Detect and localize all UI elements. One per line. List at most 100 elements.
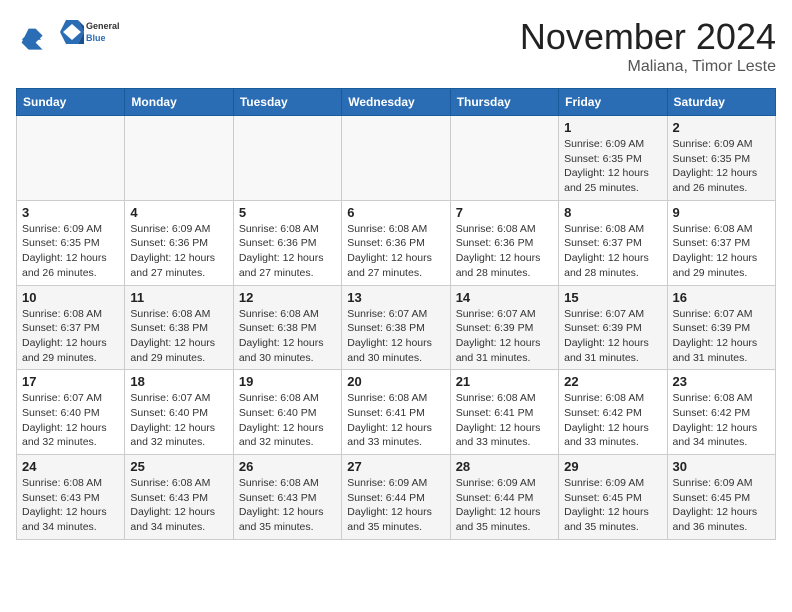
calendar-cell: 15Sunrise: 6:07 AM Sunset: 6:39 PM Dayli… — [559, 285, 667, 370]
svg-text:General: General — [86, 21, 120, 31]
day-info: Sunrise: 6:09 AM Sunset: 6:36 PM Dayligh… — [130, 222, 227, 281]
calendar-cell: 5 Sunrise: 6:08 AM Sunset: 6:36 PM Daylig… — [233, 200, 341, 285]
weekday-header: Tuesday — [233, 89, 341, 116]
day-number: 23 — [673, 374, 770, 389]
day-info: Sunrise: 6:08 AM Sunset: 6:40 PM Dayligh… — [239, 391, 336, 450]
day-number: 8 — [564, 205, 661, 220]
day-info: Sunrise: 6:08 AM Sunset: 6:37 PM Dayligh… — [673, 222, 770, 281]
day-number: 28 — [456, 459, 553, 474]
day-info: Sunrise: 6:08 AM Sunset: 6:37 PM Dayligh… — [22, 307, 119, 366]
day-info: Sunrise: 6:09 AM Sunset: 6:35 PM Dayligh… — [564, 137, 661, 196]
calendar-cell: 27 Sunrise: 6:09 AM Sunset: 6:44 PM Dayli… — [342, 455, 450, 540]
calendar-cell: 9Sunrise: 6:08 AM Sunset: 6:37 PM Daylig… — [667, 200, 775, 285]
day-number: 29 — [564, 459, 661, 474]
location: Maliana, Timor Leste — [520, 58, 776, 76]
calendar-cell: 30 Sunrise: 6:09 AM Sunset: 6:45 PM Dayli… — [667, 455, 775, 540]
calendar-cell: 21 Sunrise: 6:08 AM Sunset: 6:41 PM Dayli… — [450, 370, 558, 455]
day-number: 27 — [347, 459, 444, 474]
day-info: Sunrise: 6:09 AM Sunset: 6:45 PM Dayligh… — [673, 476, 770, 535]
calendar-cell: 12 Sunrise: 6:08 AM Sunset: 6:38 PM Dayli… — [233, 285, 341, 370]
day-number: 15 — [564, 290, 661, 305]
calendar-cell: 6 Sunrise: 6:08 AM Sunset: 6:36 PM Daylig… — [342, 200, 450, 285]
day-number: 7 — [456, 205, 553, 220]
calendar-cell: 19 Sunrise: 6:08 AM Sunset: 6:40 PM Dayli… — [233, 370, 341, 455]
calendar-cell: 3 Sunrise: 6:09 AM Sunset: 6:35 PM Daylig… — [17, 200, 125, 285]
svg-text:Blue: Blue — [86, 33, 106, 43]
calendar-cell: 2 Sunrise: 6:09 AM Sunset: 6:35 PM Daylig… — [667, 116, 775, 201]
day-info: Sunrise: 6:09 AM Sunset: 6:35 PM Dayligh… — [673, 137, 770, 196]
day-info: Sunrise: 6:08 AM Sunset: 6:41 PM Dayligh… — [347, 391, 444, 450]
weekday-header: Saturday — [667, 89, 775, 116]
day-number: 19 — [239, 374, 336, 389]
day-info: Sunrise: 6:07 AM Sunset: 6:38 PM Dayligh… — [347, 307, 444, 366]
calendar-cell: 1Sunrise: 6:09 AM Sunset: 6:35 PM Daylig… — [559, 116, 667, 201]
calendar-cell: 25 Sunrise: 6:08 AM Sunset: 6:43 PM Dayli… — [125, 455, 233, 540]
logo-svg: General Blue — [48, 16, 138, 52]
calendar-cell: 17 Sunrise: 6:07 AM Sunset: 6:40 PM Dayli… — [17, 370, 125, 455]
calendar-cell: 18Sunrise: 6:07 AM Sunset: 6:40 PM Dayli… — [125, 370, 233, 455]
calendar-week-row: 17 Sunrise: 6:07 AM Sunset: 6:40 PM Dayli… — [17, 370, 776, 455]
day-info: Sunrise: 6:08 AM Sunset: 6:36 PM Dayligh… — [347, 222, 444, 281]
calendar-cell: 26Sunrise: 6:08 AM Sunset: 6:43 PM Dayli… — [233, 455, 341, 540]
calendar-cell: 10 Sunrise: 6:08 AM Sunset: 6:37 PM Dayli… — [17, 285, 125, 370]
calendar-cell: 13Sunrise: 6:07 AM Sunset: 6:38 PM Dayli… — [342, 285, 450, 370]
day-number: 30 — [673, 459, 770, 474]
day-number: 4 — [130, 205, 227, 220]
day-number: 16 — [673, 290, 770, 305]
calendar-cell: 4 Sunrise: 6:09 AM Sunset: 6:36 PM Daylig… — [125, 200, 233, 285]
day-info: Sunrise: 6:09 AM Sunset: 6:44 PM Dayligh… — [456, 476, 553, 535]
day-info: Sunrise: 6:09 AM Sunset: 6:44 PM Dayligh… — [347, 476, 444, 535]
day-info: Sunrise: 6:07 AM Sunset: 6:39 PM Dayligh… — [456, 307, 553, 366]
day-info: Sunrise: 6:09 AM Sunset: 6:35 PM Dayligh… — [22, 222, 119, 281]
calendar-week-row: 1Sunrise: 6:09 AM Sunset: 6:35 PM Daylig… — [17, 116, 776, 201]
weekday-header: Sunday — [17, 89, 125, 116]
day-number: 10 — [22, 290, 119, 305]
calendar-cell: 23Sunrise: 6:08 AM Sunset: 6:42 PM Dayli… — [667, 370, 775, 455]
calendar-cell — [450, 116, 558, 201]
calendar-cell: 28 Sunrise: 6:09 AM Sunset: 6:44 PM Dayli… — [450, 455, 558, 540]
calendar-cell — [342, 116, 450, 201]
day-number: 2 — [673, 120, 770, 135]
calendar-cell: 7 Sunrise: 6:08 AM Sunset: 6:36 PM Daylig… — [450, 200, 558, 285]
day-number: 6 — [347, 205, 444, 220]
weekday-header: Thursday — [450, 89, 558, 116]
calendar-cell: 8 Sunrise: 6:08 AM Sunset: 6:37 PM Daylig… — [559, 200, 667, 285]
weekday-header: Monday — [125, 89, 233, 116]
logo: General Blue — [16, 16, 138, 57]
calendar-cell — [125, 116, 233, 201]
calendar-cell: 22Sunrise: 6:08 AM Sunset: 6:42 PM Dayli… — [559, 370, 667, 455]
calendar-week-row: 10 Sunrise: 6:08 AM Sunset: 6:37 PM Dayli… — [17, 285, 776, 370]
weekday-header: Wednesday — [342, 89, 450, 116]
calendar-cell: 29 Sunrise: 6:09 AM Sunset: 6:45 PM Dayli… — [559, 455, 667, 540]
calendar-week-row: 24Sunrise: 6:08 AM Sunset: 6:43 PM Dayli… — [17, 455, 776, 540]
weekday-header: Friday — [559, 89, 667, 116]
calendar-cell — [233, 116, 341, 201]
day-info: Sunrise: 6:07 AM Sunset: 6:39 PM Dayligh… — [673, 307, 770, 366]
day-info: Sunrise: 6:08 AM Sunset: 6:37 PM Dayligh… — [564, 222, 661, 281]
day-number: 12 — [239, 290, 336, 305]
day-number: 18 — [130, 374, 227, 389]
calendar-cell — [17, 116, 125, 201]
day-info: Sunrise: 6:08 AM Sunset: 6:41 PM Dayligh… — [456, 391, 553, 450]
day-number: 17 — [22, 374, 119, 389]
day-info: Sunrise: 6:08 AM Sunset: 6:36 PM Dayligh… — [456, 222, 553, 281]
day-info: Sunrise: 6:08 AM Sunset: 6:42 PM Dayligh… — [564, 391, 661, 450]
day-number: 21 — [456, 374, 553, 389]
day-number: 25 — [130, 459, 227, 474]
day-number: 3 — [22, 205, 119, 220]
day-info: Sunrise: 6:08 AM Sunset: 6:38 PM Dayligh… — [130, 307, 227, 366]
logo-icon — [16, 23, 44, 51]
calendar-cell: 14Sunrise: 6:07 AM Sunset: 6:39 PM Dayli… — [450, 285, 558, 370]
day-info: Sunrise: 6:07 AM Sunset: 6:40 PM Dayligh… — [22, 391, 119, 450]
day-info: Sunrise: 6:08 AM Sunset: 6:43 PM Dayligh… — [22, 476, 119, 535]
day-number: 26 — [239, 459, 336, 474]
day-info: Sunrise: 6:08 AM Sunset: 6:38 PM Dayligh… — [239, 307, 336, 366]
calendar-cell: 16 Sunrise: 6:07 AM Sunset: 6:39 PM Dayli… — [667, 285, 775, 370]
day-info: Sunrise: 6:09 AM Sunset: 6:45 PM Dayligh… — [564, 476, 661, 535]
day-number: 20 — [347, 374, 444, 389]
day-number: 5 — [239, 205, 336, 220]
page-header: General Blue November 2024 Maliana, Timo… — [16, 16, 776, 76]
day-info: Sunrise: 6:08 AM Sunset: 6:36 PM Dayligh… — [239, 222, 336, 281]
weekday-header-row: SundayMondayTuesdayWednesdayThursdayFrid… — [17, 89, 776, 116]
day-info: Sunrise: 6:08 AM Sunset: 6:43 PM Dayligh… — [130, 476, 227, 535]
